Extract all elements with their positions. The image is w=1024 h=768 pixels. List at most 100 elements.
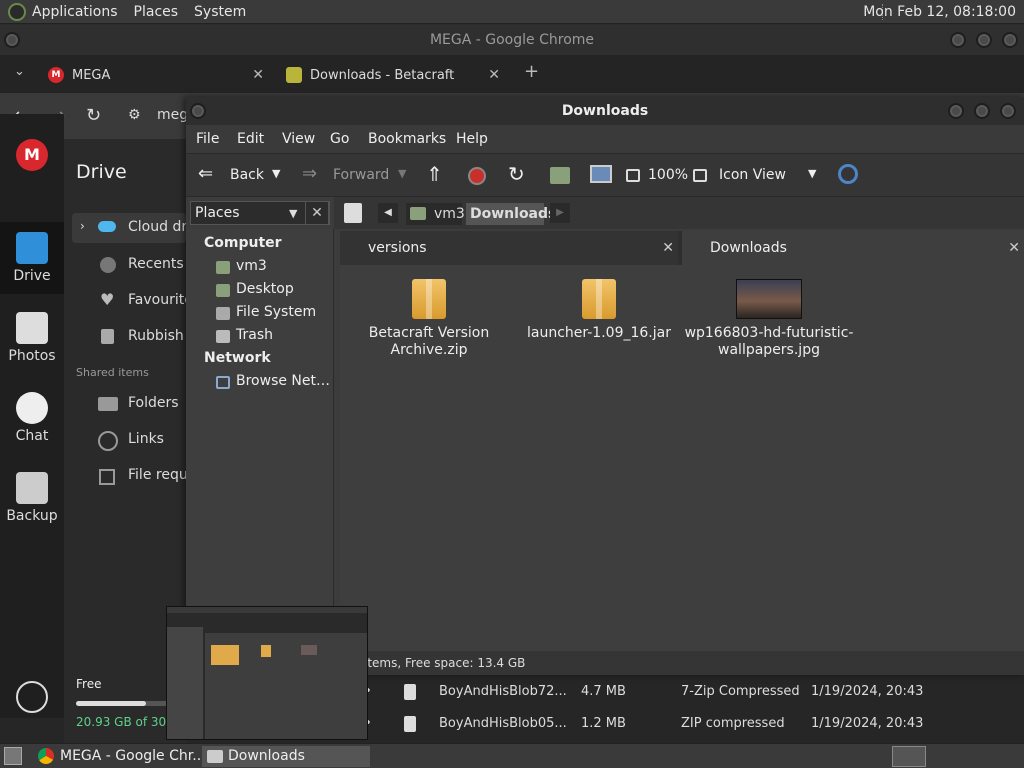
tab-versions[interactable]: versions ✕ xyxy=(340,231,678,265)
rail-label: Backup xyxy=(6,508,58,524)
mega-logo[interactable]: M xyxy=(16,139,48,171)
expand-chevron-icon[interactable]: › xyxy=(80,219,85,233)
site-settings-icon[interactable]: ⚙ xyxy=(128,107,141,123)
tab-mega[interactable]: M MEGA ✕ xyxy=(48,59,264,91)
new-tab-button[interactable]: + xyxy=(524,61,539,82)
nav-recents[interactable]: Recents xyxy=(128,256,184,272)
tab-downloads-betacraft[interactable]: Downloads - Betacraft ✕ xyxy=(286,59,500,91)
network-header: Network xyxy=(204,350,271,366)
sidebar-item-desktop[interactable]: Desktop xyxy=(236,281,294,297)
chrome-titlebar[interactable]: MEGA - Google Chrome xyxy=(0,25,1024,55)
forward-history-dropdown-icon[interactable]: ▼ xyxy=(398,167,406,180)
file-manager-window: Downloads File Edit View Go Bookmarks He… xyxy=(186,97,1024,675)
file-item-wallpaper-jpg[interactable]: wp166803-hd-futuristic-wallpapers.jpg xyxy=(684,279,854,359)
menu-system[interactable]: System xyxy=(194,4,246,20)
view-mode-select[interactable]: Icon View xyxy=(719,167,786,183)
file-item-betacraft-archive[interactable]: Betacraft Version Archive.zip xyxy=(344,279,514,359)
tab-close-icon[interactable]: ✕ xyxy=(252,67,264,83)
file-request-icon xyxy=(99,469,115,485)
rail-chat[interactable]: Chat xyxy=(0,382,64,454)
nav-links[interactable]: Links xyxy=(128,431,164,447)
forward-arrow-icon[interactable]: ⇒ xyxy=(302,163,317,184)
tab-search-chevron-icon[interactable]: ⌄ xyxy=(14,64,25,79)
transfer-status-icon[interactable] xyxy=(16,681,48,713)
sidebar-item-file-system[interactable]: File System xyxy=(236,304,316,320)
menu-view[interactable]: View xyxy=(282,131,315,147)
chrome-menu-icon[interactable] xyxy=(4,32,20,48)
forward-button[interactable]: Forward xyxy=(333,167,389,183)
maximize-button[interactable] xyxy=(974,103,990,119)
menu-edit[interactable]: Edit xyxy=(237,131,264,147)
menu-help[interactable]: Help xyxy=(456,131,488,147)
stop-icon[interactable] xyxy=(468,167,486,185)
backup-devices-icon xyxy=(16,472,48,504)
chrome-minimize-button[interactable] xyxy=(950,32,966,48)
menu-file[interactable]: File xyxy=(196,131,219,147)
workspace-switcher[interactable] xyxy=(892,746,926,767)
window-preview-thumbnail[interactable] xyxy=(166,606,368,740)
show-desktop-icon[interactable] xyxy=(4,747,22,765)
tab-downloads[interactable]: Downloads ✕ xyxy=(682,231,1024,265)
table-row[interactable]: • BoyAndHisBlob05... 1.2 MB ZIP compress… xyxy=(364,708,1024,740)
table-row[interactable]: • BoyAndHisBlob72... 4.7 MB 7-Zip Compre… xyxy=(364,676,1024,708)
places-select-label: Places xyxy=(195,205,240,221)
close-sidebar-icon[interactable]: ✕ xyxy=(305,201,329,225)
computer-icon[interactable] xyxy=(590,165,612,183)
minimize-button[interactable] xyxy=(948,103,964,119)
sidebar-item-vm3[interactable]: vm3 xyxy=(236,258,267,274)
taskbar-item-downloads[interactable]: Downloads xyxy=(202,746,370,767)
taskbar-item-chrome[interactable]: MEGA - Google Chr... xyxy=(34,746,206,767)
path-button-downloads[interactable]: Downloads xyxy=(466,203,556,225)
places-dropdown-icon[interactable]: ▼ xyxy=(289,207,297,220)
file-item-launcher-jar[interactable]: launcher-1.09_16.jar xyxy=(514,279,684,342)
chrome-maximize-button[interactable] xyxy=(976,32,992,48)
tab-label: versions xyxy=(368,240,427,256)
address-bar[interactable]: meg xyxy=(157,107,188,123)
rail-backup[interactable]: Backup xyxy=(0,462,64,534)
bottom-panel: MEGA - Google Chr... Downloads xyxy=(0,743,1024,768)
path-label: vm3 xyxy=(434,206,465,222)
menu-go[interactable]: Go xyxy=(330,131,349,147)
search-icon[interactable] xyxy=(838,164,858,184)
sidebar-item-browse-network[interactable]: Browse Net… xyxy=(236,373,330,389)
home-folder-icon xyxy=(216,261,230,274)
home-folder-icon[interactable] xyxy=(550,167,570,184)
tab-close-icon[interactable]: ✕ xyxy=(1008,231,1020,265)
trash-icon xyxy=(101,329,114,344)
rail-drive[interactable]: Drive xyxy=(0,222,64,294)
reload-icon[interactable]: ↻ xyxy=(86,105,101,126)
path-left-arrow-icon[interactable]: ◀ xyxy=(378,203,398,223)
close-button[interactable] xyxy=(1000,103,1016,119)
menu-places[interactable]: Places xyxy=(134,4,179,20)
zoom-in-icon[interactable] xyxy=(693,169,707,182)
tab-close-icon[interactable]: ✕ xyxy=(662,231,674,265)
up-arrow-icon[interactable]: ⇑ xyxy=(426,162,443,186)
back-history-dropdown-icon[interactable]: ▼ xyxy=(272,167,280,180)
tab-close-icon[interactable]: ✕ xyxy=(488,67,500,83)
rail-photos[interactable]: Photos xyxy=(0,302,64,374)
edit-location-icon[interactable] xyxy=(344,203,362,223)
menu-applications[interactable]: Applications xyxy=(32,4,118,20)
mega-favicon-icon: M xyxy=(48,67,64,83)
nav-cloud-drive[interactable]: Cloud dri xyxy=(128,219,191,235)
nav-favourites[interactable]: Favourite xyxy=(128,292,193,308)
window-menu-icon[interactable] xyxy=(190,103,206,119)
tab-label: Downloads xyxy=(710,240,787,256)
path-button-vm3[interactable]: vm3 xyxy=(406,203,465,225)
status-text: items, Free space: 13.4 GB xyxy=(364,656,526,670)
sidebar-item-trash[interactable]: Trash xyxy=(236,327,273,343)
chrome-close-button[interactable] xyxy=(1002,32,1018,48)
view-mode-dropdown-icon[interactable]: ▼ xyxy=(808,167,816,180)
file-manager-titlebar[interactable]: Downloads xyxy=(186,97,1024,125)
zoom-out-icon[interactable] xyxy=(626,169,640,182)
chrome-tabstrip: ⌄ M MEGA ✕ Downloads - Betacraft ✕ + xyxy=(0,55,1024,93)
back-button[interactable]: Back xyxy=(230,167,264,183)
nav-folders[interactable]: Folders xyxy=(128,395,179,411)
folder-icon xyxy=(16,232,48,264)
path-right-arrow-icon[interactable]: ▶ xyxy=(550,203,570,223)
menu-bookmarks[interactable]: Bookmarks xyxy=(368,131,446,147)
clock[interactable]: Mon Feb 12, 08:18:00 xyxy=(863,4,1016,20)
back-arrow-icon[interactable]: ⇐ xyxy=(198,163,213,184)
mate-logo-icon[interactable] xyxy=(8,2,26,21)
reload-icon[interactable]: ↻ xyxy=(508,162,525,186)
